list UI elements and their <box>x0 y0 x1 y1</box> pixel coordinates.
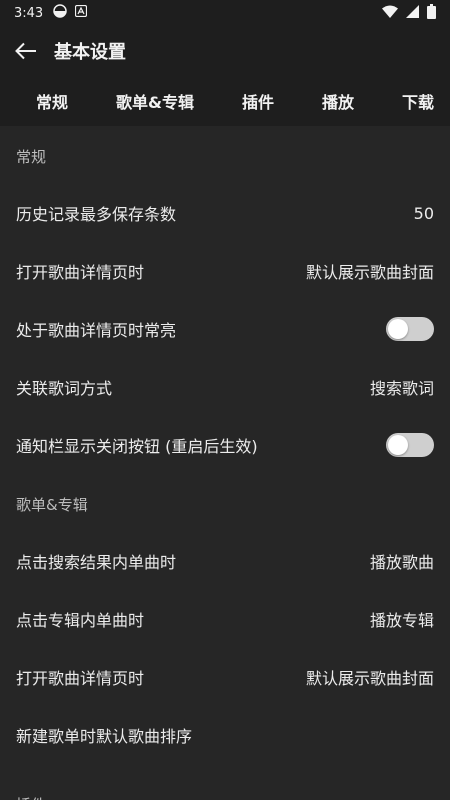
setting-value: 默认展示歌曲封面 <box>305 669 434 688</box>
setting-value: 默认展示歌曲封面 <box>305 263 434 282</box>
setting-label: 新建歌单时默认歌曲排序 <box>16 727 193 746</box>
keep-screen-on-switch[interactable] <box>386 317 434 341</box>
back-button[interactable] <box>0 26 52 76</box>
status-left-icons <box>53 4 88 22</box>
tab-download[interactable]: 下载 <box>402 89 434 113</box>
setting-label: 通知栏显示关闭按钮 (重启后生效) <box>16 437 258 456</box>
setting-label: 历史记录最多保存条数 <box>16 205 177 224</box>
setting-notification-close-button: 通知栏显示关闭按钮 (重启后生效) <box>0 416 450 474</box>
setting-label: 点击专辑内单曲时 <box>16 611 145 630</box>
setting-album-song-click[interactable]: 点击专辑内单曲时 播放专辑 <box>0 590 450 648</box>
notification-close-switch[interactable] <box>386 433 434 457</box>
signal-icon <box>406 4 419 22</box>
setting-new-playlist-sort[interactable]: 新建歌单时默认歌曲排序 <box>0 706 450 764</box>
setting-label: 打开歌曲详情页时 <box>16 263 145 282</box>
page-title: 基本设置 <box>54 42 126 63</box>
wifi-icon <box>382 5 398 22</box>
setting-value: 搜索歌词 <box>369 379 434 398</box>
status-bar: 3:43 <box>0 0 450 26</box>
tab-playlist-album[interactable]: 歌单&专辑 <box>116 89 194 113</box>
app-bar: 基本设置 <box>0 26 450 76</box>
battery-icon <box>427 3 436 23</box>
settings-list: 常规 历史记录最多保存条数 50 打开歌曲详情页时 默认展示歌曲封面 处于歌曲详… <box>0 126 450 800</box>
setting-open-song-detail-2[interactable]: 打开歌曲详情页时 默认展示歌曲封面 <box>0 648 450 706</box>
setting-lyric-association[interactable]: 关联歌词方式 搜索歌词 <box>0 358 450 416</box>
section-title-playlist-album: 歌单&专辑 <box>16 496 88 514</box>
section-title-plugins: 插件 <box>0 764 450 800</box>
tab-bar: 常规 歌单&专辑 插件 播放 下载 <box>0 76 450 126</box>
setting-label: 点击搜索结果内单曲时 <box>16 553 177 572</box>
setting-history-max[interactable]: 历史记录最多保存条数 50 <box>0 184 450 242</box>
section-title-general: 常规 <box>16 148 47 166</box>
notification-a-icon <box>75 4 88 21</box>
tab-playback[interactable]: 播放 <box>322 89 354 113</box>
arrow-left-icon <box>15 42 36 60</box>
tab-plugins[interactable]: 插件 <box>242 89 274 113</box>
setting-keep-screen-on: 处于歌曲详情页时常亮 <box>0 300 450 358</box>
tab-general[interactable]: 常规 <box>36 89 68 113</box>
switch-knob <box>388 435 408 455</box>
setting-label: 关联歌词方式 <box>16 379 113 398</box>
setting-value: 播放歌曲 <box>369 553 434 572</box>
setting-search-result-click[interactable]: 点击搜索结果内单曲时 播放歌曲 <box>0 532 450 590</box>
status-time: 3:43 <box>14 5 44 21</box>
setting-label: 打开歌曲详情页时 <box>16 669 145 688</box>
switch-knob <box>388 319 408 339</box>
setting-value: 50 <box>413 203 434 223</box>
setting-value: 播放专辑 <box>369 611 434 630</box>
setting-label: 处于歌曲详情页时常亮 <box>16 321 177 340</box>
theme-toggle-icon <box>53 4 67 22</box>
setting-open-song-detail[interactable]: 打开歌曲详情页时 默认展示歌曲封面 <box>0 242 450 300</box>
status-right-icons <box>382 3 436 23</box>
